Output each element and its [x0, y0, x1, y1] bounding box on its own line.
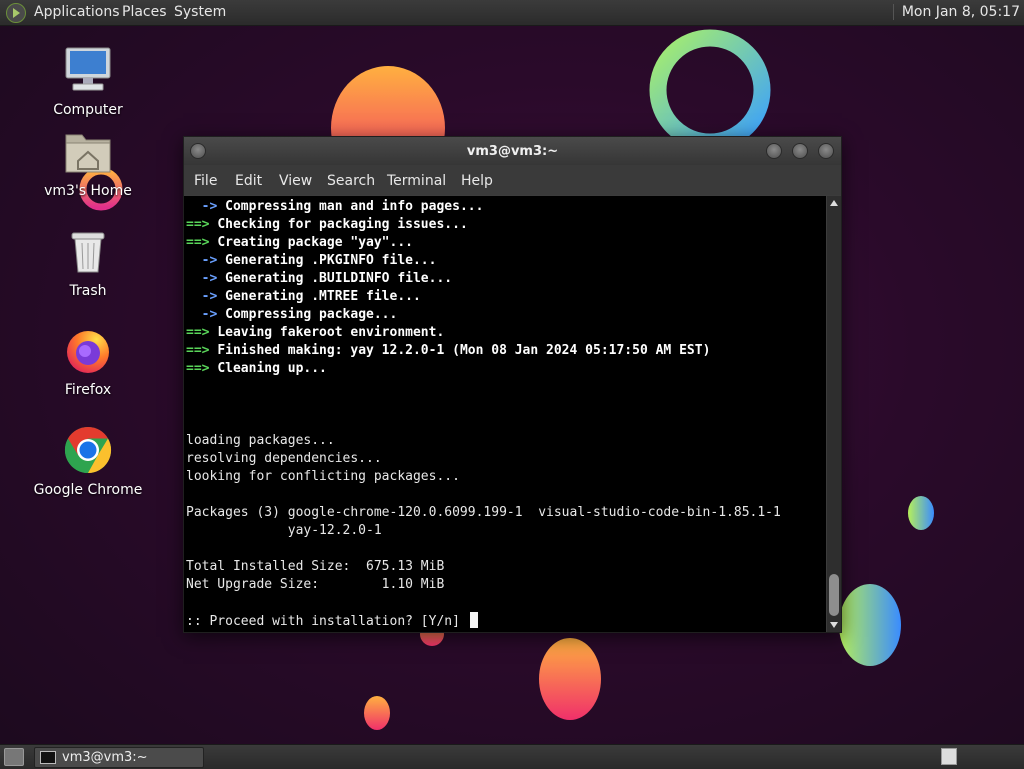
terminal-line-prefix: ==>	[186, 343, 218, 358]
terminal-line-text: Generating .BUILDINFO file...	[225, 271, 453, 286]
terminal-output[interactable]: -> Compressing man and info pages... ==> …	[184, 196, 826, 632]
menu-terminal[interactable]: Terminal	[387, 173, 446, 189]
terminal-line-text: Generating .PKGINFO file...	[225, 253, 437, 268]
chrome-icon	[64, 426, 112, 474]
terminal-line-prefix: ==>	[186, 217, 218, 232]
menu-edit[interactable]: Edit	[235, 173, 262, 189]
blue-blob-right	[839, 584, 901, 666]
terminal-line-prefix: ->	[186, 307, 226, 322]
desktop-icon-computer[interactable]: Computer	[33, 46, 143, 118]
terminal-line-text: Cleaning up...	[217, 361, 327, 376]
terminal-scrollbar[interactable]	[827, 196, 841, 632]
terminal-line-text: :: Proceed with installation? [Y/n]	[186, 614, 468, 629]
terminal-line-text: Packages (3) google-chrome-120.0.6099.19…	[186, 505, 781, 520]
terminal-line-text: Generating .MTREE file...	[225, 289, 421, 304]
desktop-icon-label: Computer	[53, 102, 123, 118]
places-menu[interactable]: Places	[122, 4, 167, 20]
terminal-line-text: looking for conflicting packages...	[186, 469, 460, 484]
window-titlebar[interactable]: vm3@vm3:~	[184, 137, 841, 165]
terminal-line: -> Compressing man and info pages...	[186, 198, 484, 216]
terminal-line: ==> Cleaning up...	[186, 360, 327, 378]
applications-menu[interactable]: Applications	[34, 4, 120, 20]
system-menu[interactable]: System	[174, 4, 226, 20]
terminal-cursor	[469, 612, 478, 628]
maximize-button[interactable]	[792, 143, 808, 159]
terminal-line: ==> Leaving fakeroot environment.	[186, 324, 444, 342]
menu-help[interactable]: Help	[461, 173, 493, 189]
terminal-line-text: Checking for packaging issues...	[217, 217, 468, 232]
desktop-icon-label: Google Chrome	[33, 482, 143, 498]
terminal-line: :: Proceed with installation? [Y/n]	[186, 612, 478, 630]
terminal-icon	[40, 751, 56, 764]
menu-logo-icon[interactable]	[6, 3, 26, 23]
terminal-line-prefix: ->	[186, 271, 226, 286]
terminal-line-prefix: ==>	[186, 361, 218, 376]
terminal-line: -> Generating .PKGINFO file...	[186, 252, 437, 270]
close-button[interactable]	[818, 143, 834, 159]
computer-icon	[65, 47, 111, 91]
trash-icon	[71, 232, 105, 273]
scroll-down-arrow-icon[interactable]	[830, 622, 838, 628]
desktop-icon-label: Trash	[69, 283, 107, 299]
desktop-icon-home[interactable]: vm3's Home	[33, 129, 143, 199]
orange-blob-bottom	[539, 638, 601, 720]
bottom-panel: vm3@vm3:~	[0, 744, 1024, 769]
terminal-line-text: Leaving fakeroot environment.	[217, 325, 445, 340]
taskbar-label: vm3@vm3:~	[62, 750, 148, 765]
terminal-line-prefix: ->	[186, 199, 226, 214]
terminal-line-text: resolving dependencies...	[186, 451, 382, 466]
clock[interactable]: Mon Jan 8, 05:17	[892, 4, 1020, 20]
desktop-icon-chrome[interactable]: Google Chrome	[33, 426, 143, 498]
terminal-line: looking for conflicting packages...	[186, 468, 460, 486]
menu-file[interactable]: File	[194, 173, 217, 189]
menu-view[interactable]: View	[279, 173, 312, 189]
terminal-menubar: File Edit View Search Terminal Help	[184, 165, 841, 195]
terminal-line: Net Upgrade Size: 1.10 MiB	[186, 576, 444, 594]
terminal-line-text: Compressing package...	[225, 307, 398, 322]
top-panel: Applications Places System Mon Jan 8, 05…	[0, 0, 1024, 26]
terminal-line-text: Finished making: yay 12.2.0-1 (Mon 08 Ja…	[217, 343, 711, 358]
terminal-line: Packages (3) google-chrome-120.0.6099.19…	[186, 504, 781, 522]
green-ring	[649, 29, 771, 151]
terminal-line-text: Total Installed Size: 675.13 MiB	[186, 559, 445, 574]
terminal-line: ==> Creating package "yay"...	[186, 234, 413, 252]
minimize-button[interactable]	[766, 143, 782, 159]
terminal-line-text: yay-12.2.0-1	[186, 523, 382, 538]
small-orange-blob	[364, 696, 390, 730]
terminal-line: -> Generating .MTREE file...	[186, 288, 421, 306]
terminal-line: resolving dependencies...	[186, 450, 382, 468]
terminal-line: loading packages...	[186, 432, 335, 450]
desktop-icon-firefox[interactable]: Firefox	[33, 326, 143, 398]
terminal-line: -> Compressing package...	[186, 306, 398, 324]
home-folder-icon	[65, 134, 111, 173]
terminal-line: -> Generating .BUILDINFO file...	[186, 270, 452, 288]
desktop-icon-label: vm3's Home	[44, 183, 132, 199]
terminal-line-text: Net Upgrade Size: 1.10 MiB	[186, 577, 445, 592]
workspace-switcher[interactable]	[941, 748, 957, 765]
menu-search[interactable]: Search	[327, 173, 375, 189]
firefox-icon	[67, 331, 109, 373]
terminal-line-prefix: ->	[186, 289, 226, 304]
terminal-line: yay-12.2.0-1	[186, 522, 382, 540]
terminal-line: Total Installed Size: 675.13 MiB	[186, 558, 444, 576]
terminal-line-text: Creating package "yay"...	[217, 235, 413, 250]
window-title: vm3@vm3:~	[466, 144, 559, 159]
scroll-up-arrow-icon[interactable]	[830, 200, 838, 206]
terminal-window: vm3@vm3:~ File Edit View Search Terminal…	[183, 136, 842, 633]
show-desktop-icon[interactable]	[4, 748, 24, 766]
desktop-icon-trash[interactable]: Trash	[33, 229, 143, 299]
terminal-line-prefix: ->	[186, 253, 226, 268]
terminal-line-text: loading packages...	[186, 433, 335, 448]
desktop-icon-label: Firefox	[64, 382, 112, 398]
terminal-line-prefix: ==>	[186, 325, 218, 340]
terminal-line: ==> Finished making: yay 12.2.0-1 (Mon 0…	[186, 342, 710, 360]
terminal-line-text: Compressing man and info pages...	[225, 199, 484, 214]
terminal-line: ==> Checking for packaging issues...	[186, 216, 468, 234]
terminal-line-prefix: ==>	[186, 235, 218, 250]
taskbar-button-terminal[interactable]: vm3@vm3:~	[34, 747, 204, 768]
small-blue-blob	[908, 496, 934, 530]
scrollbar-thumb[interactable]	[829, 574, 839, 616]
